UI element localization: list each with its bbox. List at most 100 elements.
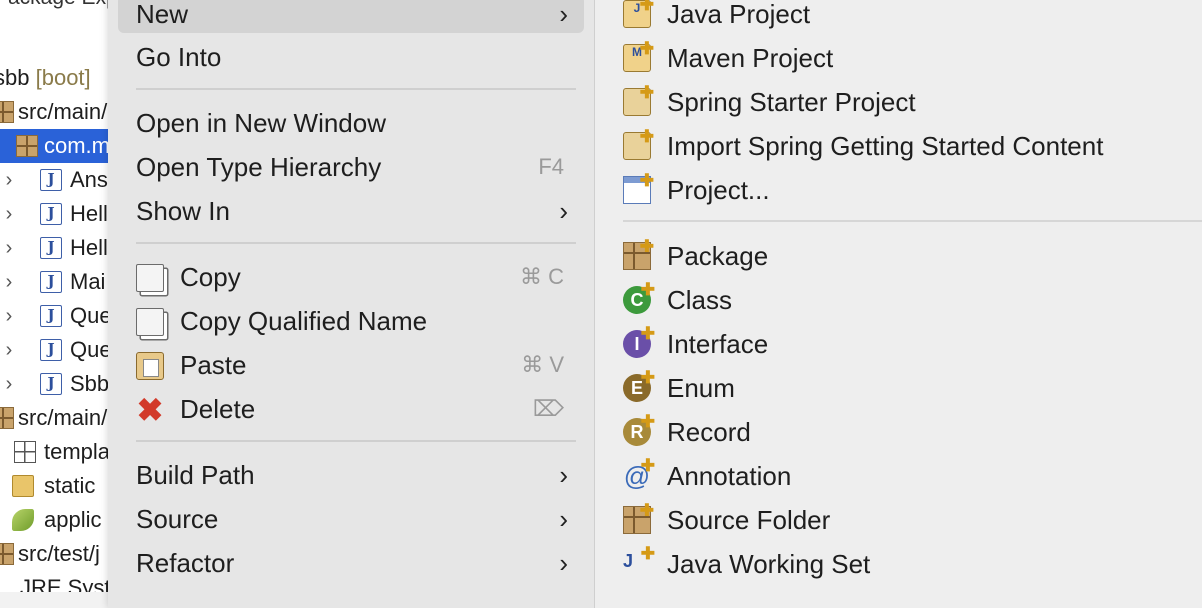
java-file-icon: J [40,271,62,293]
submenu-item-maven-project[interactable]: M ✚ Maven Project [595,39,1202,77]
submenu-item-label: Annotation [667,461,792,491]
menu-item-show-in[interactable]: Show In › [118,192,584,230]
chevron-right-icon[interactable]: › [0,299,18,333]
menu-item-label: New [136,0,189,29]
submenu-item-java-working-set[interactable]: J ✚ Java Working Set [595,545,1202,583]
chevron-right-icon: › [559,196,568,226]
tree-item-label: Que [70,303,112,328]
menu-item-source[interactable]: Source › [118,500,584,538]
menu-item-go-into[interactable]: Go Into [118,38,584,76]
chevron-right-icon[interactable]: › [0,231,18,265]
menu-item-open-type-hierarchy[interactable]: Open Type Hierarchy F4 [118,148,584,186]
menu-item-label: Source [136,504,219,534]
project-label: sbb [0,65,30,90]
source-folder-icon [0,543,14,565]
enum-icon: E ✚ [623,369,655,402]
submenu-item-spring-starter-project[interactable]: ✚ Spring Starter Project [595,83,1202,121]
menu-item-label: Build Path [136,460,255,490]
submenu-item-label: Record [667,417,751,447]
spring-leaf-icon [12,509,34,531]
java-file-icon: J [40,373,62,395]
tree-item-label: com.m [44,133,110,158]
submenu-item-interface[interactable]: I ✚ Interface [595,325,1202,363]
chevron-right-icon[interactable]: › [0,265,18,299]
tree-item-label: src/main/ [18,99,108,124]
source-folder-icon: ✚ [623,502,654,534]
interface-icon: I ✚ [623,325,655,358]
submenu-item-project[interactable]: ✚ Project... [595,171,1202,209]
java-project-icon: J ✚ [623,0,654,28]
menu-item-new[interactable]: New › [118,0,584,33]
shortcut-label: ⌘ C [520,264,564,289]
tree-item-label: applic [44,507,102,532]
submenu-item-label: Java Project [667,0,811,29]
menu-item-label: Open Type Hierarchy [136,152,382,182]
spring-starter-icon: ✚ [623,84,654,116]
tree-item-label: src/test/j [18,541,100,566]
tree-item-label: src/main/ [18,405,108,430]
submenu-item-package[interactable]: ✚ Package [595,237,1202,275]
java-file-icon: J [40,203,62,225]
paste-icon [136,352,164,380]
chevron-right-icon[interactable]: › [0,367,18,401]
submenu-item-record[interactable]: R ✚ Record [595,413,1202,451]
delete-icon: ✖ [136,392,164,428]
submenu-item-label: Spring Starter Project [667,87,916,117]
menu-item-copy-qualified-name[interactable]: Copy Qualified Name [118,302,584,340]
submenu-item-source-folder[interactable]: ✚ Source Folder [595,501,1202,539]
menu-separator [136,242,576,244]
submenu-item-import-spring-content[interactable]: ✚ Import Spring Getting Started Content [595,127,1202,165]
submenu-item-label: Class [667,285,733,315]
copy-qualified-name-icon [136,308,164,336]
record-icon: R ✚ [623,413,655,446]
folder-icon [12,475,34,497]
menu-separator [136,440,576,442]
menu-item-label: Show In [136,196,230,226]
tree-item-label: Ans [70,167,108,192]
tree-item-label: templa [44,439,111,464]
menu-separator [136,88,576,90]
submenu-item-class[interactable]: C ✚ Class [595,281,1202,319]
menu-item-label: Paste [180,350,247,380]
tree-item-label: Hell [70,201,108,226]
spring-import-icon: ✚ [623,128,654,160]
menu-item-label: Open in New Window [136,108,386,138]
submenu-item-annotation[interactable]: @ ✚ Annotation [595,457,1202,495]
menu-item-delete[interactable]: ✖ Delete ⌦ [118,390,584,428]
submenu-item-label: Interface [667,329,769,359]
submenu-separator [623,220,1202,222]
java-interface-file-icon: J [40,339,62,361]
menu-item-paste[interactable]: Paste ⌘ V [118,346,584,384]
java-file-icon: J [40,305,62,327]
tree-item-label: Hell [70,235,108,260]
chevron-right-icon[interactable]: › [0,197,18,231]
tree-item-label: Que [70,337,112,362]
class-icon: C ✚ [623,281,655,314]
maven-project-icon: M ✚ [623,40,654,72]
submenu-item-enum[interactable]: E ✚ Enum [595,369,1202,407]
templates-folder-icon [14,441,36,463]
menu-item-open-in-new-window[interactable]: Open in New Window [118,104,584,142]
working-set-icon: J ✚ [623,544,655,571]
submenu-item-java-project[interactable]: J ✚ Java Project [595,0,1202,33]
chevron-right-icon[interactable]: › [0,333,18,367]
menu-item-label: Delete [180,394,256,424]
chevron-right-icon: › [559,504,568,534]
chevron-right-icon[interactable]: › [0,163,18,197]
submenu-item-label: Enum [667,373,735,403]
shortcut-label: F4 [538,154,564,179]
menu-item-refactor[interactable]: Refactor › [118,544,584,582]
submenu-item-label: Java Working Set [667,549,871,579]
tree-item-label: Mai [70,269,106,294]
submenu-item-label: Source Folder [667,505,831,535]
menu-item-label: Go Into [136,42,222,72]
menu-item-build-path[interactable]: Build Path › [118,456,584,494]
menu-item-copy[interactable]: Copy ⌘ C [118,258,584,296]
source-folder-icon [0,407,14,429]
menu-item-label: Refactor [136,548,235,578]
java-file-icon: J [40,169,62,191]
new-submenu: J ✚ Java Project M ✚ Maven Project ✚ Sprin… [595,0,1202,608]
tree-item-label: JRE Syst [20,575,111,592]
menu-item-label: Copy Qualified Name [180,306,428,336]
context-menu: New › Go Into Open in New Window Open Ty… [108,0,595,608]
